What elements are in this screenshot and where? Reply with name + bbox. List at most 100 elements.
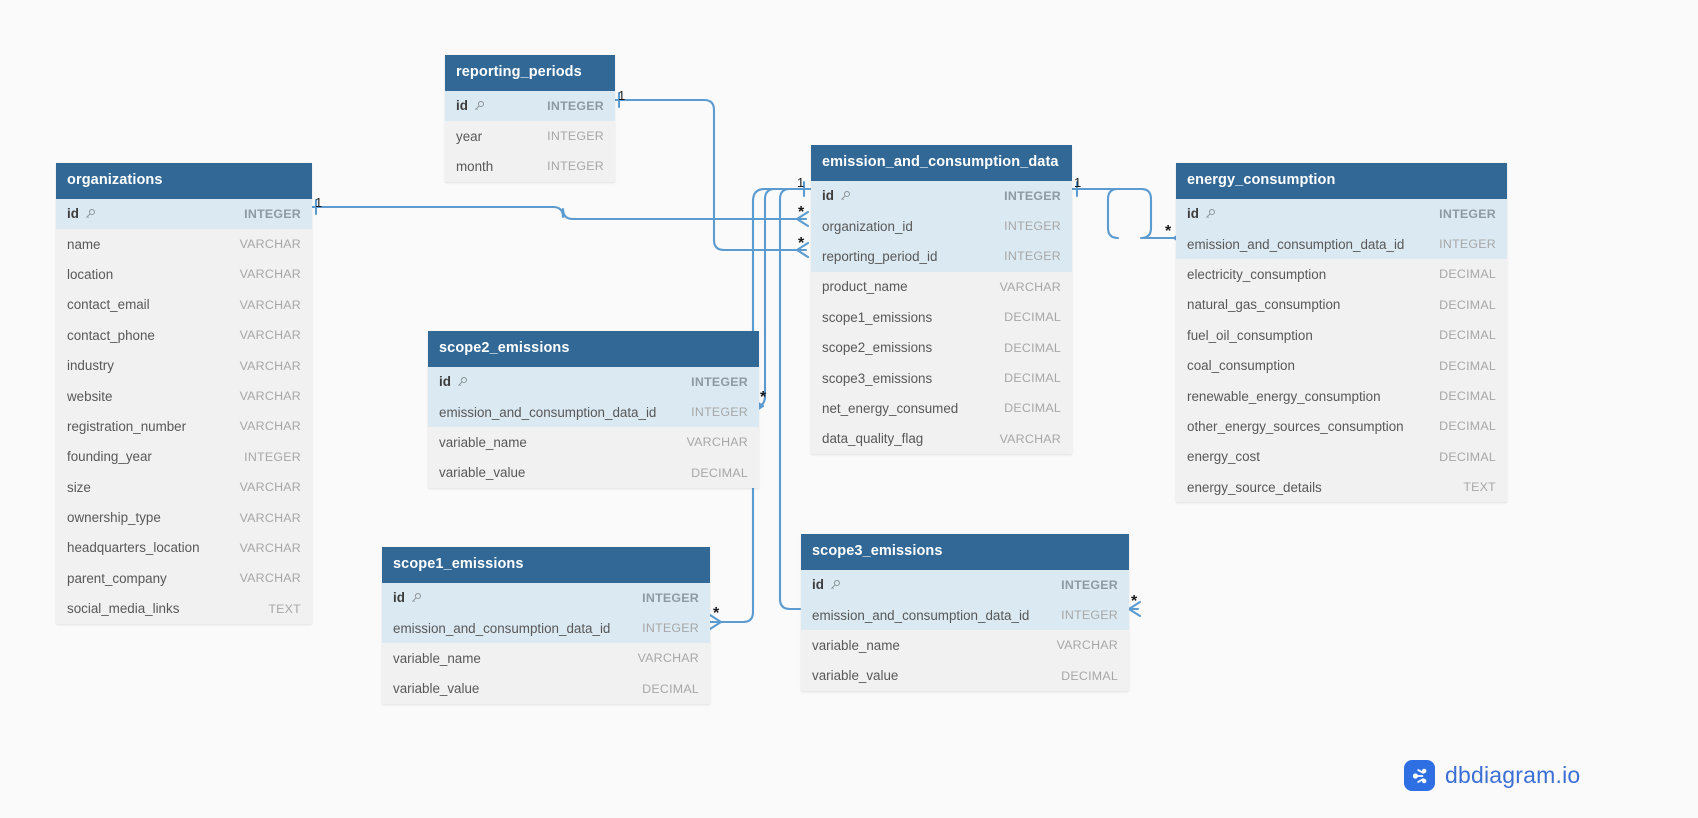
field-row[interactable]: fuel_oil_consumption DECIMAL <box>1176 320 1507 351</box>
table-scope1_emissions[interactable]: scope1_emissions id INTEGER emission_and_co… <box>382 547 710 705</box>
field-name: scope2_emissions <box>822 340 932 355</box>
field-row[interactable]: scope2_emissions DECIMAL <box>811 332 1072 363</box>
field-name-text: id <box>456 98 468 114</box>
field-row[interactable]: variable_name VARCHAR <box>428 427 759 458</box>
field-row[interactable]: contact_email VARCHAR <box>56 289 312 321</box>
field-name-text: social_media_links <box>67 601 180 617</box>
field-row[interactable]: variable_name VARCHAR <box>382 643 710 674</box>
field-row[interactable]: registration_number VARCHAR <box>56 411 312 442</box>
field-name-text: founding_year <box>67 449 152 465</box>
field-row[interactable]: id INTEGER <box>382 582 710 613</box>
field-type: VARCHAR <box>999 279 1061 294</box>
table-header-emission_and_consumption_data[interactable]: emission_and_consumption_data <box>811 145 1072 181</box>
table-header-scope2_emissions[interactable]: scope2_emissions <box>428 331 759 367</box>
field-row[interactable]: id INTEGER <box>801 569 1129 600</box>
field-row[interactable]: product_name VARCHAR <box>811 271 1072 303</box>
field-row[interactable]: month INTEGER <box>445 151 615 182</box>
field-type: VARCHAR <box>239 571 301 586</box>
table-organizations[interactable]: organizations id INTEGER name VARCHAR locatio… <box>56 163 312 624</box>
field-name-text: registration_number <box>67 418 187 434</box>
field-type: VARCHAR <box>239 267 301 282</box>
field-row[interactable]: contact_phone VARCHAR <box>56 320 312 351</box>
table-reporting_periods[interactable]: reporting_periods id INTEGER year INTEGER mon… <box>445 55 615 182</box>
field-row[interactable]: id INTEGER <box>1176 198 1507 229</box>
dbdiagram-wordmark: dbdiagram.io <box>1445 762 1581 788</box>
field-name-text: emission_and_consumption_data_id <box>439 404 657 420</box>
field-row[interactable]: id INTEGER <box>445 90 615 121</box>
field-row[interactable]: industry VARCHAR <box>56 350 312 381</box>
table-header-reporting_periods[interactable]: reporting_periods <box>445 55 615 91</box>
field-row[interactable]: electricity_consumption DECIMAL <box>1176 259 1507 290</box>
field-name: energy_source_details <box>1187 480 1322 495</box>
field-row[interactable]: parent_company VARCHAR <box>56 563 312 594</box>
field-name-text: natural_gas_consumption <box>1187 297 1341 313</box>
dbdiagram-watermark[interactable]: dbdiagram.io <box>1404 760 1580 791</box>
field-row[interactable]: scope3_emissions DECIMAL <box>811 362 1072 394</box>
field-name-text: ownership_type <box>67 510 161 526</box>
field-name: other_energy_sources_consumption <box>1187 419 1404 434</box>
table-energy_consumption[interactable]: energy_consumption id INTEGER emission_and_… <box>1176 163 1507 503</box>
primary-key-icon <box>829 579 841 591</box>
field-row[interactable]: reporting_period_id INTEGER <box>811 241 1072 272</box>
field-name-text: id <box>822 188 834 204</box>
field-row[interactable]: id INTEGER <box>56 198 312 229</box>
field-type: TEXT <box>268 601 301 616</box>
table-header-scope3_emissions[interactable]: scope3_emissions <box>801 534 1129 570</box>
field-row[interactable]: scope1_emissions DECIMAL <box>811 302 1072 333</box>
field-type: DECIMAL <box>1004 401 1061 416</box>
field-name: id <box>1187 206 1216 221</box>
relation-organizations-to-ecd <box>310 205 802 221</box>
field-row[interactable]: founding_year INTEGER <box>56 441 312 473</box>
multiplicity-label: * <box>1131 593 1138 610</box>
table-scope2_emissions[interactable]: scope2_emissions id INTEGER emission_and_co… <box>428 331 759 489</box>
field-type: INTEGER <box>547 129 604 144</box>
table-header-scope1_emissions[interactable]: scope1_emissions <box>382 547 710 583</box>
field-row[interactable]: id INTEGER <box>811 180 1072 211</box>
field-type: VARCHAR <box>239 480 301 495</box>
field-name-text: emission_and_consumption_data_id <box>1187 236 1405 252</box>
field-row[interactable]: variable_value DECIMAL <box>382 673 710 705</box>
field-row[interactable]: coal_consumption DECIMAL <box>1176 350 1507 381</box>
field-row[interactable]: website VARCHAR <box>56 380 312 412</box>
field-row[interactable]: id INTEGER <box>428 366 759 397</box>
field-row[interactable]: emission_and_consumption_data_id INTEGER <box>1176 228 1507 260</box>
multiplicity-label: 1 <box>1074 175 1082 190</box>
diagram-canvas[interactable]: organizations id INTEGER name VARCHAR locatio… <box>0 0 1698 818</box>
table-header-organizations[interactable]: organizations <box>56 163 312 199</box>
field-name-text: coal_consumption <box>1187 358 1295 374</box>
primary-key-icon <box>84 208 96 220</box>
field-name: id <box>812 577 841 592</box>
field-row[interactable]: name VARCHAR <box>56 228 312 260</box>
field-row[interactable]: emission_and_consumption_data_id INTEGER <box>428 396 759 428</box>
field-row[interactable]: year INTEGER <box>445 120 615 152</box>
field-row[interactable]: net_energy_consumed DECIMAL <box>811 393 1072 424</box>
table-scope3_emissions[interactable]: scope3_emissions id INTEGER emission_and_co… <box>801 534 1129 692</box>
table-emission_and_consumption_data[interactable]: emission_and_consumption_data id INTEGER or… <box>811 145 1072 455</box>
field-name: founding_year <box>67 449 152 464</box>
field-row[interactable]: data_quality_flag VARCHAR <box>811 423 1072 455</box>
field-row[interactable]: size VARCHAR <box>56 472 312 503</box>
field-row[interactable]: other_energy_sources_consumption DECIMAL <box>1176 411 1507 442</box>
table-header-energy_consumption[interactable]: energy_consumption <box>1176 163 1507 199</box>
field-row[interactable]: renewable_energy_consumption DECIMAL <box>1176 380 1507 412</box>
field-row[interactable]: variable_value DECIMAL <box>801 660 1129 692</box>
multiplicity-label: * <box>798 235 805 252</box>
field-name-text: renewable_energy_consumption <box>1187 388 1381 404</box>
field-row[interactable]: natural_gas_consumption DECIMAL <box>1176 289 1507 321</box>
field-row[interactable]: organization_id INTEGER <box>811 210 1072 242</box>
field-row[interactable]: variable_value DECIMAL <box>428 457 759 489</box>
field-row[interactable]: headquarters_location VARCHAR <box>56 532 312 564</box>
field-name: scope3_emissions <box>822 371 932 386</box>
field-row[interactable]: ownership_type VARCHAR <box>56 502 312 533</box>
field-name-text: energy_cost <box>1187 449 1260 465</box>
field-name-text: energy_source_details <box>1187 479 1322 495</box>
field-row[interactable]: energy_cost DECIMAL <box>1176 441 1507 473</box>
field-row[interactable]: emission_and_consumption_data_id INTEGER <box>382 612 710 644</box>
field-name: variable_value <box>393 681 479 696</box>
field-row[interactable]: location VARCHAR <box>56 259 312 290</box>
field-row[interactable]: social_media_links TEXT <box>56 593 312 624</box>
field-name-text: fuel_oil_consumption <box>1187 327 1313 343</box>
field-row[interactable]: energy_source_details TEXT <box>1176 472 1507 503</box>
field-row[interactable]: variable_name VARCHAR <box>801 630 1129 661</box>
field-row[interactable]: emission_and_consumption_data_id INTEGER <box>801 599 1129 631</box>
